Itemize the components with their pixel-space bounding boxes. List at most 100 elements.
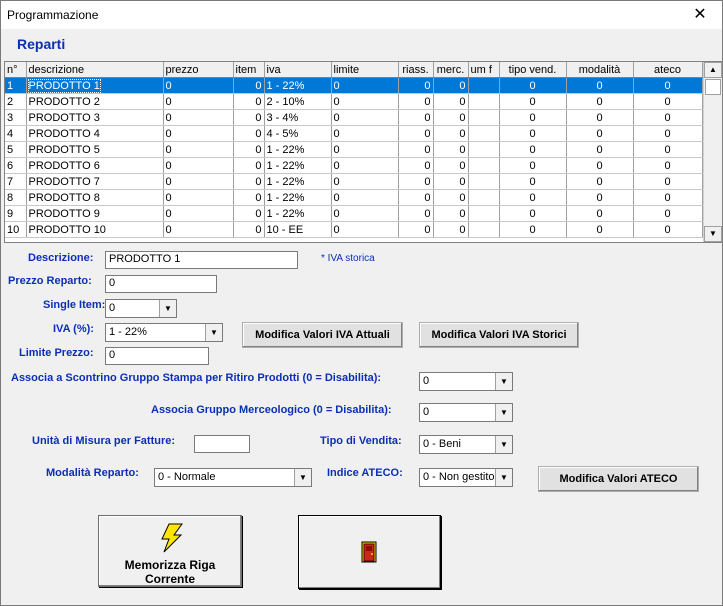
- modifica-iva-storici-button[interactable]: Modifica Valori IVA Storici: [419, 322, 579, 348]
- gruppo-merceologico-select[interactable]: 0 ▼: [419, 403, 513, 422]
- chevron-down-icon[interactable]: ▼: [495, 436, 512, 453]
- table-cell[interactable]: 0: [499, 141, 567, 158]
- table-row[interactable]: 10 PRODOTTO 10 0 0 10 - EE 0 0 0 0 0 0: [5, 221, 703, 238]
- table-cell[interactable]: 0: [233, 221, 265, 238]
- table-cell[interactable]: PRODOTTO 10: [26, 221, 164, 238]
- table-cell[interactable]: 0: [398, 125, 434, 142]
- grid-column-header[interactable]: modalità: [566, 62, 634, 78]
- table-cell[interactable]: 0: [398, 157, 434, 174]
- table-row[interactable]: 1 PRODOTTO 1001 - 22% 0 0 0 0 0 0: [5, 77, 703, 94]
- table-row[interactable]: 7 PRODOTTO 7001 - 22% 0 0 0 0 0 0: [5, 173, 703, 190]
- grid-vertical-scrollbar[interactable]: ▲ ▼: [703, 62, 722, 242]
- table-cell[interactable]: 0: [163, 93, 234, 110]
- table-cell[interactable]: 0: [233, 77, 265, 94]
- table-cell[interactable]: 0: [633, 125, 703, 142]
- table-cell[interactable]: 0: [633, 141, 703, 158]
- table-cell[interactable]: 0: [566, 125, 634, 142]
- table-cell[interactable]: 9: [5, 205, 27, 222]
- table-cell[interactable]: 0: [499, 109, 567, 126]
- table-cell[interactable]: 0: [398, 205, 434, 222]
- table-cell[interactable]: 0: [499, 125, 567, 142]
- grid-column-header[interactable]: riass.: [398, 62, 434, 78]
- chevron-down-icon[interactable]: ▼: [495, 404, 512, 421]
- table-cell[interactable]: 0: [433, 157, 469, 174]
- table-cell[interactable]: 1 - 22%: [264, 173, 332, 190]
- table-cell[interactable]: 0: [331, 109, 399, 126]
- table-cell[interactable]: 0: [398, 221, 434, 238]
- table-cell[interactable]: PRODOTTO 2: [26, 93, 164, 110]
- table-cell[interactable]: 0: [433, 205, 469, 222]
- grid-column-header[interactable]: item: [233, 62, 265, 78]
- memorizza-riga-button[interactable]: Memorizza Riga Corrente: [98, 515, 242, 587]
- table-cell[interactable]: 0: [233, 125, 265, 142]
- table-cell[interactable]: 0: [566, 221, 634, 238]
- table-cell[interactable]: 0: [233, 141, 265, 158]
- grid-column-header[interactable]: ateco: [633, 62, 703, 78]
- table-row[interactable]: 2 PRODOTTO 2002 - 10% 0 0 0 0 0 0: [5, 93, 703, 110]
- table-cell[interactable]: 5: [5, 141, 27, 158]
- table-cell[interactable]: 0: [433, 109, 469, 126]
- table-cell[interactable]: 3 - 4%: [264, 109, 332, 126]
- table-cell[interactable]: [468, 189, 500, 206]
- table-cell[interactable]: 0: [633, 205, 703, 222]
- table-row[interactable]: 3 PRODOTTO 3003 - 4% 0 0 0 0 0 0: [5, 109, 703, 126]
- table-cell[interactable]: [468, 125, 500, 142]
- table-cell[interactable]: 6: [5, 157, 27, 174]
- table-cell[interactable]: 0: [331, 157, 399, 174]
- table-cell[interactable]: [468, 157, 500, 174]
- table-cell[interactable]: 0: [233, 189, 265, 206]
- table-row[interactable]: 8 PRODOTTO 8001 - 22% 0 0 0 0 0 0: [5, 189, 703, 206]
- single-item-select[interactable]: 0 ▼: [105, 299, 177, 318]
- grid-column-header[interactable]: limite: [331, 62, 399, 78]
- table-cell[interactable]: 2: [5, 93, 27, 110]
- table-cell[interactable]: [468, 141, 500, 158]
- table-cell[interactable]: 0: [163, 77, 234, 94]
- table-cell[interactable]: 0: [163, 205, 234, 222]
- table-row[interactable]: 4 PRODOTTO 4004 - 5% 0 0 0 0 0 0: [5, 125, 703, 142]
- table-cell[interactable]: 0: [331, 173, 399, 190]
- table-cell[interactable]: [468, 93, 500, 110]
- table-cell[interactable]: PRODOTTO 6: [26, 157, 164, 174]
- table-cell[interactable]: 0: [633, 93, 703, 110]
- table-cell[interactable]: 0: [233, 109, 265, 126]
- close-icon[interactable]: ✕: [678, 1, 722, 29]
- limite-prezzo-field[interactable]: 0: [105, 347, 209, 365]
- scroll-down-icon[interactable]: ▼: [704, 226, 722, 242]
- table-cell[interactable]: 0: [163, 173, 234, 190]
- table-cell[interactable]: 0: [499, 157, 567, 174]
- table-cell[interactable]: 0: [633, 221, 703, 238]
- table-cell[interactable]: 0: [566, 173, 634, 190]
- table-cell[interactable]: 0: [499, 221, 567, 238]
- scroll-up-icon[interactable]: ▲: [704, 62, 722, 78]
- chevron-down-icon[interactable]: ▼: [205, 324, 222, 341]
- table-cell[interactable]: 0: [566, 157, 634, 174]
- table-cell[interactable]: 1 - 22%: [264, 205, 332, 222]
- table-cell[interactable]: 0: [433, 189, 469, 206]
- reparti-grid[interactable]: n° descrizione prezzo item iva limite riass. me…: [4, 61, 723, 243]
- table-cell[interactable]: 0: [233, 157, 265, 174]
- table-cell[interactable]: 0: [398, 109, 434, 126]
- table-cell[interactable]: 3: [5, 109, 27, 126]
- table-cell[interactable]: 0: [433, 125, 469, 142]
- grid-column-header[interactable]: descrizione: [26, 62, 164, 78]
- table-cell[interactable]: 7: [5, 173, 27, 190]
- table-cell[interactable]: 0: [163, 109, 234, 126]
- table-cell[interactable]: 0: [233, 93, 265, 110]
- descrizione-field[interactable]: PRODOTTO 1: [105, 251, 298, 269]
- table-cell[interactable]: 0: [566, 141, 634, 158]
- table-cell[interactable]: 0: [163, 221, 234, 238]
- table-cell[interactable]: 0: [398, 173, 434, 190]
- table-row[interactable]: 6 PRODOTTO 6001 - 22% 0 0 0 0 0 0: [5, 157, 703, 174]
- table-cell[interactable]: [468, 77, 500, 94]
- table-cell[interactable]: 1 - 22%: [264, 141, 332, 158]
- table-cell[interactable]: 0: [331, 125, 399, 142]
- table-cell[interactable]: 0: [433, 221, 469, 238]
- table-cell[interactable]: 0: [233, 173, 265, 190]
- modifica-iva-attuali-button[interactable]: Modifica Valori IVA Attuali: [242, 322, 403, 348]
- chevron-down-icon[interactable]: ▼: [294, 469, 311, 486]
- table-cell[interactable]: PRODOTTO 9: [26, 205, 164, 222]
- table-cell[interactable]: 0: [163, 141, 234, 158]
- table-cell[interactable]: 1: [5, 77, 27, 94]
- table-cell[interactable]: 0: [566, 205, 634, 222]
- table-cell[interactable]: 0: [566, 189, 634, 206]
